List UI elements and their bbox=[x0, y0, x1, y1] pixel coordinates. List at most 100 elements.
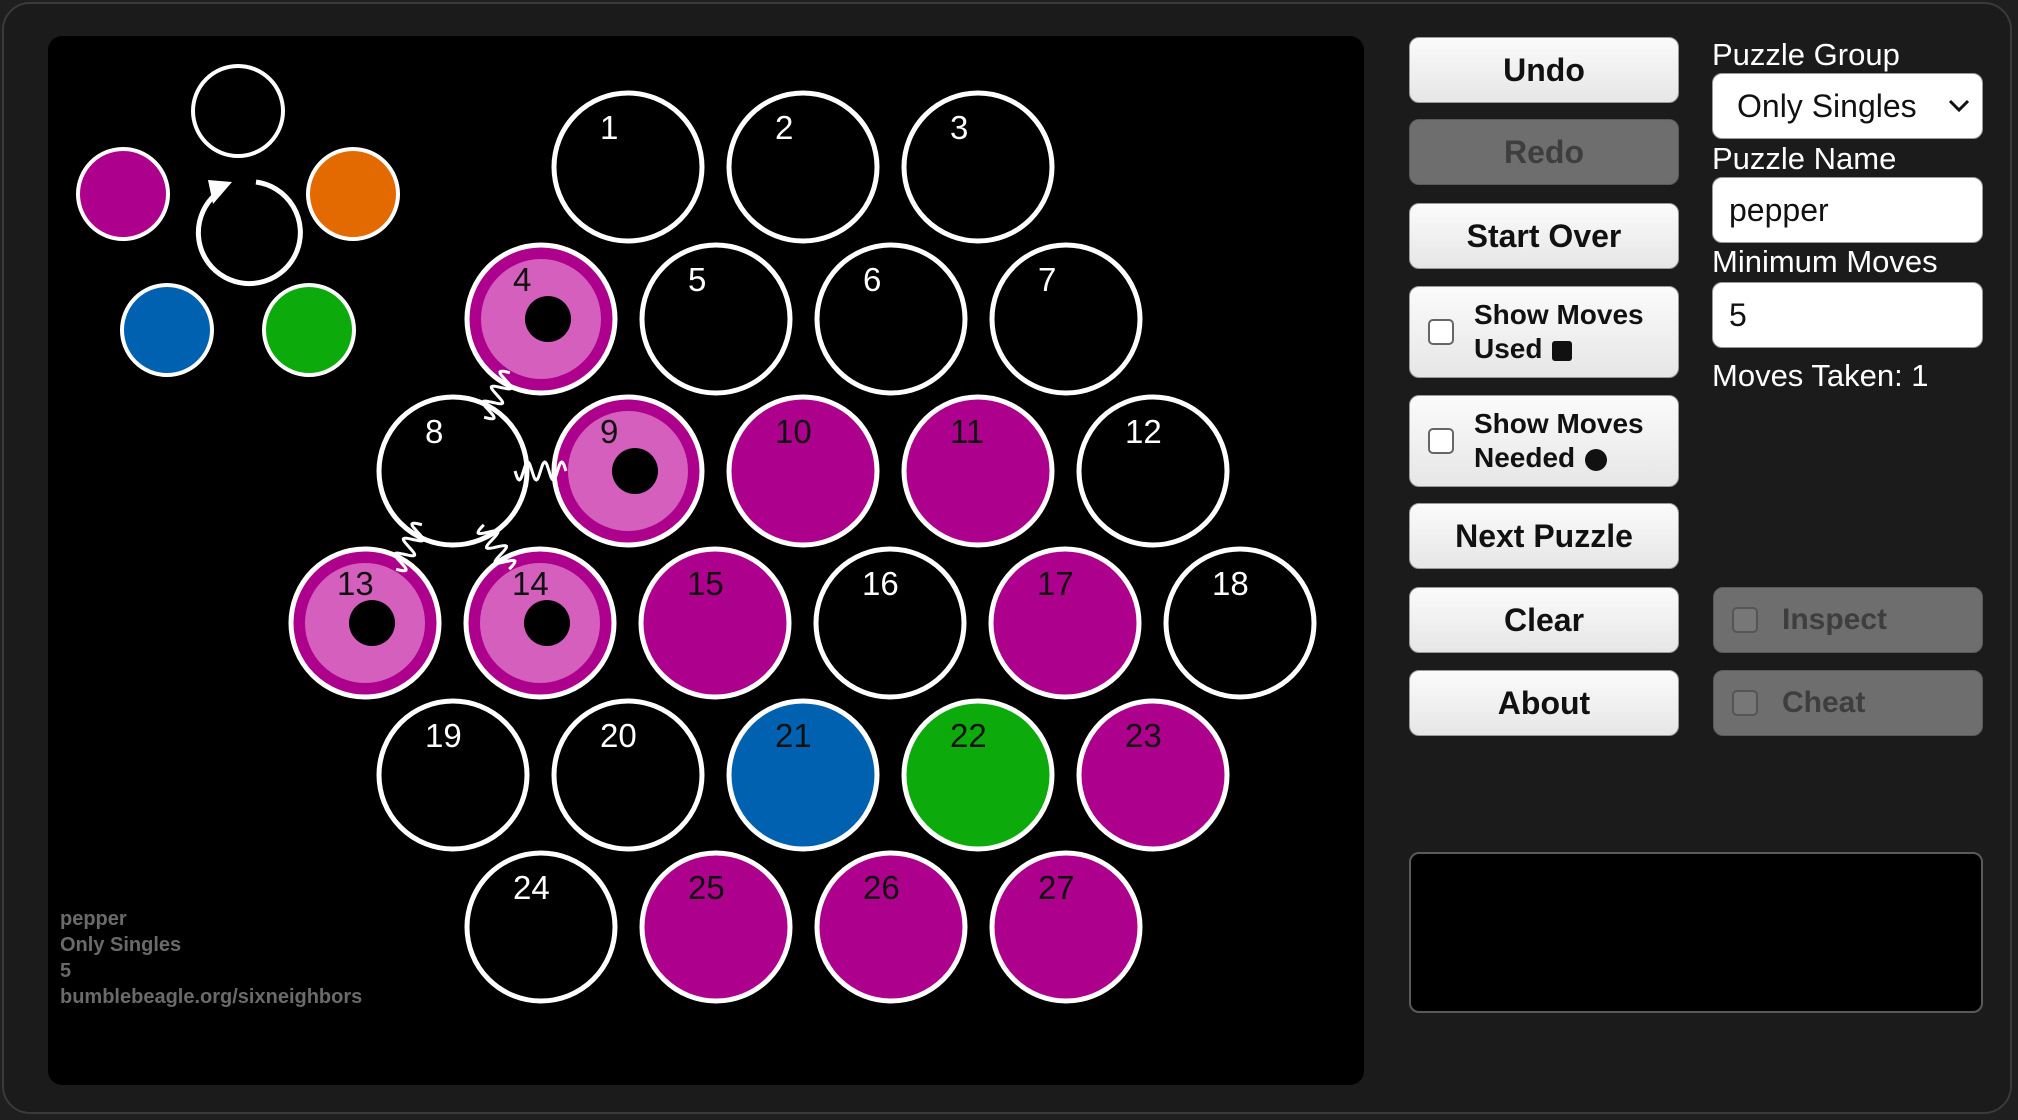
cell-disc[interactable] bbox=[989, 242, 1143, 396]
cell-11[interactable]: 11 bbox=[901, 394, 1055, 548]
cell-number: 15 bbox=[687, 565, 724, 602]
start-over-button[interactable]: Start Over bbox=[1409, 203, 1679, 269]
cell-10[interactable]: 10 bbox=[726, 394, 880, 548]
cell-19[interactable]: 19 bbox=[376, 698, 530, 852]
cell-21[interactable]: 21 bbox=[726, 698, 880, 852]
cell-3[interactable]: 3 bbox=[901, 90, 1055, 244]
cell-9[interactable]: 9 bbox=[551, 394, 705, 548]
info-puzzle-group: Only Singles bbox=[60, 934, 182, 956]
clear-button[interactable]: Clear bbox=[1409, 587, 1679, 653]
cell-number: 13 bbox=[337, 565, 374, 602]
cell-number: 27 bbox=[1038, 869, 1075, 906]
puzzle-group-select[interactable]: Only Singles bbox=[1712, 73, 1983, 139]
cell-number: 9 bbox=[600, 413, 618, 450]
square-icon bbox=[1552, 340, 1573, 361]
cell-number: 17 bbox=[1037, 565, 1074, 602]
cell-12[interactable]: 12 bbox=[1076, 394, 1230, 548]
cell-7[interactable]: 7 bbox=[989, 242, 1143, 396]
cell-number: 19 bbox=[425, 717, 462, 754]
cell-hole bbox=[612, 448, 658, 494]
palette-blue[interactable] bbox=[120, 283, 214, 377]
palette-empty[interactable] bbox=[191, 64, 285, 158]
cell-8[interactable]: 8 bbox=[376, 394, 530, 548]
cell-2[interactable]: 2 bbox=[726, 90, 880, 244]
cell-number: 2 bbox=[775, 109, 793, 146]
cell-number: 10 bbox=[775, 413, 812, 450]
cell-number: 25 bbox=[688, 869, 725, 906]
show-moves-needed-button[interactable]: Show Moves Needed bbox=[1409, 395, 1679, 487]
cell-disc[interactable] bbox=[639, 242, 793, 396]
cell-14[interactable]: 14 bbox=[463, 546, 617, 700]
cell-17[interactable]: 17 bbox=[988, 546, 1142, 700]
cell-18[interactable]: 18 bbox=[1163, 546, 1317, 700]
cell-16[interactable]: 16 bbox=[813, 546, 967, 700]
minimum-moves-input[interactable]: 5 bbox=[1712, 282, 1983, 348]
cell-disc[interactable] bbox=[551, 90, 705, 244]
info-minimum-moves: 5 bbox=[60, 960, 72, 982]
cell-13[interactable]: 13 bbox=[288, 546, 442, 700]
cell-hole bbox=[349, 600, 395, 646]
cell-number: 3 bbox=[950, 109, 968, 146]
inspect-button[interactable]: Inspect bbox=[1713, 587, 1983, 653]
cell-20[interactable]: 20 bbox=[551, 698, 705, 852]
cell-number: 6 bbox=[863, 261, 881, 298]
board-info: pepper Only Singles 5 bumblebeagle.org/s… bbox=[60, 906, 362, 1010]
redo-button[interactable]: Redo bbox=[1409, 119, 1679, 185]
palette-magenta[interactable] bbox=[76, 147, 170, 241]
cell-15[interactable]: 15 bbox=[638, 546, 792, 700]
cell-26[interactable]: 26 bbox=[814, 850, 968, 1004]
cell-hole bbox=[524, 600, 570, 646]
cell-25[interactable]: 25 bbox=[639, 850, 793, 1004]
info-website: bumblebeagle.org/sixneighbors bbox=[60, 986, 363, 1008]
cell-number: 4 bbox=[513, 261, 531, 298]
cell-number: 18 bbox=[1212, 565, 1249, 602]
cell-number: 16 bbox=[862, 565, 899, 602]
cell-1[interactable]: 1 bbox=[551, 90, 705, 244]
info-puzzle-name: pepper bbox=[60, 908, 127, 930]
show-moves-needed-label-2: Needed bbox=[1474, 442, 1576, 473]
puzzle-group-label: Puzzle Group bbox=[1712, 37, 1900, 72]
cell-22[interactable]: 22 bbox=[901, 698, 1055, 852]
about-button[interactable]: About bbox=[1409, 670, 1679, 736]
undo-button[interactable]: Undo bbox=[1409, 37, 1679, 103]
next-puzzle-button[interactable]: Next Puzzle bbox=[1409, 503, 1679, 569]
cell-disc[interactable] bbox=[901, 90, 1055, 244]
rotate-icon[interactable] bbox=[195, 179, 303, 287]
cell-number: 1 bbox=[600, 109, 618, 146]
cell-number: 26 bbox=[863, 869, 900, 906]
cell-6[interactable]: 6 bbox=[814, 242, 968, 396]
minimum-moves-label: Minimum Moves bbox=[1712, 244, 1938, 279]
cell-27[interactable]: 27 bbox=[989, 850, 1143, 1004]
show-moves-used-checkbox[interactable] bbox=[1428, 319, 1454, 345]
cell-disc[interactable] bbox=[726, 90, 880, 244]
cell-hole bbox=[525, 296, 571, 342]
cheat-checkbox[interactable] bbox=[1732, 690, 1758, 716]
cell-number: 5 bbox=[688, 261, 706, 298]
cell-4[interactable]: 4 bbox=[464, 242, 618, 396]
message-area[interactable] bbox=[1409, 852, 1983, 1013]
cell-5[interactable]: 5 bbox=[639, 242, 793, 396]
game-board[interactable]: 1 2 3 4 5 6 7 8 9 10 11 12 13 14 15 16 17 18 19 20 21 22 23 24 2… bbox=[48, 36, 1364, 1085]
cell-number: 23 bbox=[1125, 717, 1162, 754]
cell-number: 21 bbox=[775, 717, 812, 754]
cheat-button[interactable]: Cheat bbox=[1713, 670, 1983, 736]
palette-green[interactable] bbox=[262, 283, 356, 377]
puzzle-group-value: Only Singles bbox=[1737, 87, 1917, 124]
puzzle-name-input[interactable]: pepper bbox=[1712, 177, 1983, 243]
inspect-checkbox[interactable] bbox=[1732, 607, 1758, 633]
puzzle-name-label: Puzzle Name bbox=[1712, 141, 1897, 176]
inspect-label: Inspect bbox=[1782, 603, 1888, 636]
cell-number: 12 bbox=[1125, 413, 1162, 450]
cell-disc[interactable] bbox=[814, 242, 968, 396]
palette-orange[interactable] bbox=[306, 147, 400, 241]
cell-number: 22 bbox=[950, 717, 987, 754]
show-moves-used-button[interactable]: Show Moves Used bbox=[1409, 286, 1679, 378]
circle-icon bbox=[1585, 448, 1608, 471]
cell-disc[interactable] bbox=[376, 394, 530, 548]
cell-24[interactable]: 24 bbox=[464, 850, 618, 1004]
moves-taken-text: Moves Taken: 1 bbox=[1712, 358, 1929, 393]
chevron-down-icon bbox=[1948, 99, 1970, 113]
cell-number: 20 bbox=[600, 717, 637, 754]
show-moves-needed-checkbox[interactable] bbox=[1428, 428, 1454, 454]
cell-23[interactable]: 23 bbox=[1076, 698, 1230, 852]
